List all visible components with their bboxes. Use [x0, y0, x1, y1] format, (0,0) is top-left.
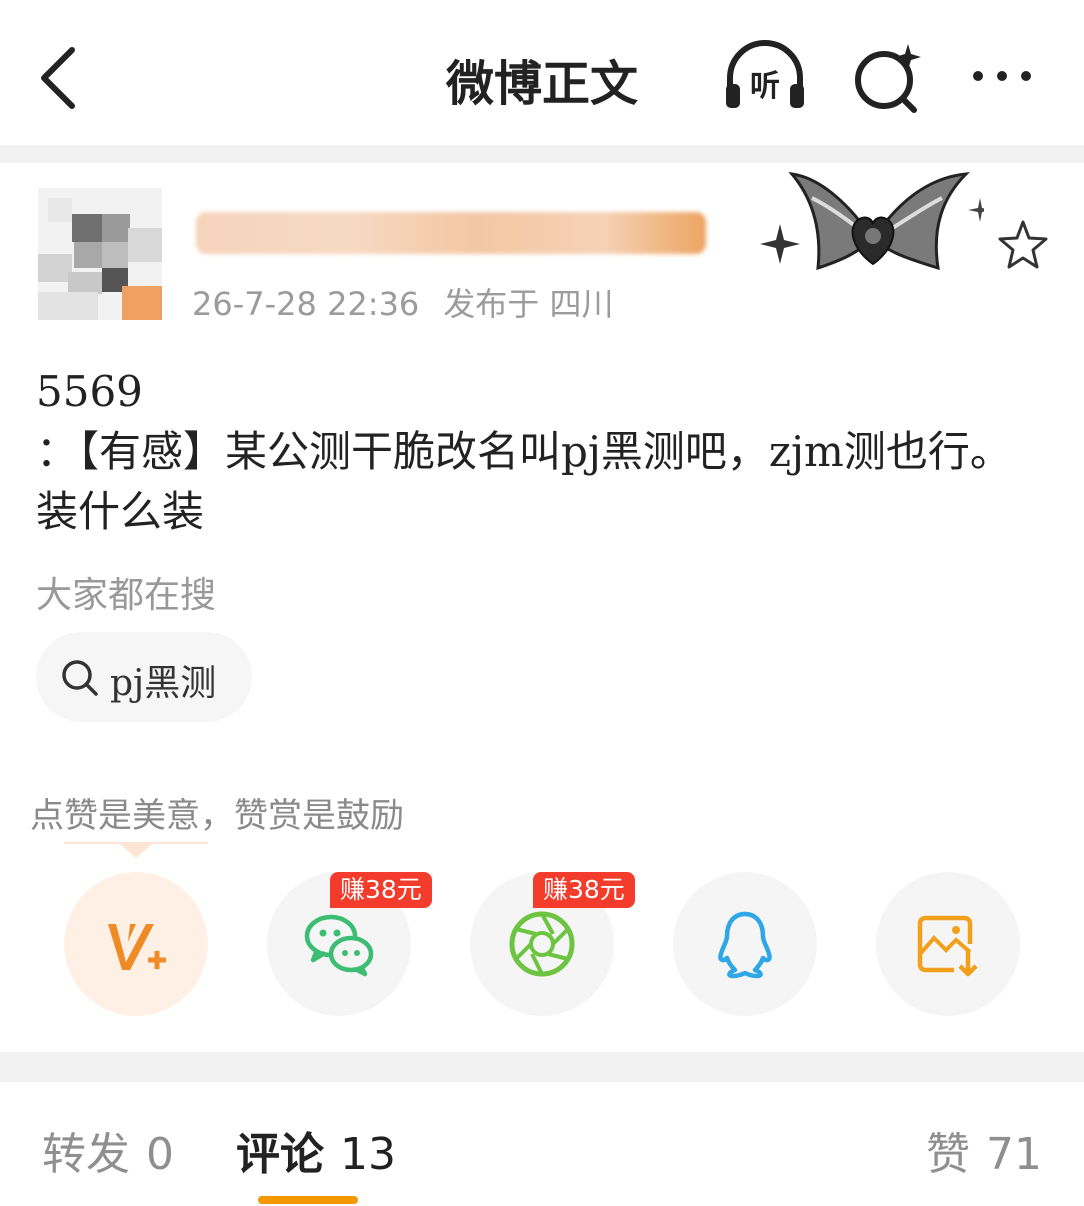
- active-tab-indicator: [258, 1196, 358, 1204]
- listen-label: 听: [750, 69, 780, 104]
- section-divider-2: [0, 1052, 1084, 1082]
- more-button[interactable]: [960, 38, 1050, 118]
- search-button[interactable]: [846, 38, 936, 118]
- share-qq-button[interactable]: [673, 872, 817, 1016]
- tab-repost-count: 0: [146, 1129, 174, 1180]
- hot-search-label: 大家都在搜: [36, 575, 217, 616]
- search-sparkle-icon: [855, 44, 921, 113]
- post-timestamp: 26-7-28 22:36: [192, 285, 420, 323]
- tab-repost-label: 转发: [42, 1129, 130, 1180]
- hot-search-tag[interactable]: pj黑测: [36, 632, 252, 722]
- post-meta: 26-7-28 22:36 发布于 四川: [192, 279, 613, 325]
- moments-earn-badge: 赚38元: [533, 872, 635, 908]
- reward-hint: 点赞是美意，赞赏是鼓励: [30, 796, 404, 836]
- tab-likes[interactable]: 赞 71: [926, 1118, 1042, 1182]
- moments-aperture-icon: [509, 911, 575, 977]
- post-location: 发布于 四川: [443, 285, 614, 323]
- butterfly-badge-icon: [760, 172, 984, 271]
- avatar[interactable]: [38, 188, 162, 320]
- more-dots-icon: [973, 71, 1031, 81]
- section-divider: [0, 145, 1084, 163]
- tip-arrow: [120, 844, 152, 858]
- favorite-button[interactable]: [996, 218, 1050, 272]
- star-outline-icon: [998, 220, 1048, 269]
- search-icon: [62, 660, 98, 696]
- tab-comments-count: 13: [340, 1129, 396, 1180]
- qq-penguin-icon: [718, 911, 772, 979]
- tab-repost[interactable]: 转发 0: [42, 1118, 174, 1182]
- post-text: 5569 ：【有感】某公测干脆改名叫pj黑测吧，zjm测也行。装什么装: [36, 367, 1012, 536]
- tab-comments[interactable]: 评论 13: [236, 1118, 396, 1182]
- wechat-earn-badge: 赚38元: [330, 872, 432, 908]
- username-blurred[interactable]: [196, 212, 706, 254]
- wechat-icon: [304, 914, 374, 977]
- listen-button[interactable]: 听: [720, 38, 810, 118]
- headphones-icon: 听: [726, 40, 804, 108]
- top-bar: 微博正文 听: [0, 0, 1084, 145]
- tab-likes-label: 赞: [926, 1129, 970, 1180]
- tab-comments-label: 评论: [236, 1129, 324, 1180]
- reward-v-plus-icon: [108, 924, 166, 970]
- reward-button[interactable]: [64, 872, 208, 1016]
- save-image-button[interactable]: [876, 872, 1020, 1016]
- image-download-icon: [917, 915, 978, 977]
- hot-search-tag-label: pj黑测: [110, 663, 217, 704]
- tab-likes-count: 71: [986, 1129, 1042, 1180]
